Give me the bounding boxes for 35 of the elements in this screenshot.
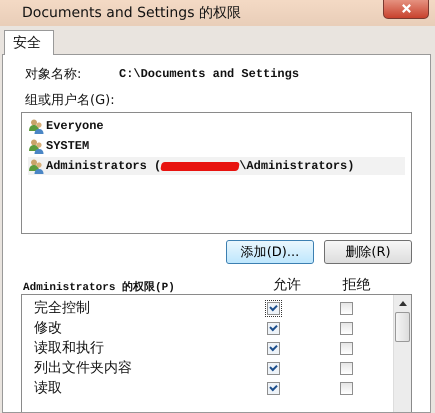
column-header: 允许	[273, 276, 302, 294]
permission-name: 读取	[34, 379, 63, 397]
user-item[interactable]: SYSTEM	[28, 137, 405, 155]
user-item[interactable]: Everyone	[28, 117, 405, 135]
window-title: Documents and Settings 的权限	[22, 4, 241, 22]
users-icon	[28, 138, 44, 154]
list-label: 组或用户名(G):	[24, 92, 116, 109]
permissions-label: Administrators 的权限(P)	[23, 280, 176, 294]
field-label: 对象名称:	[25, 66, 82, 83]
allow-checkbox[interactable]	[267, 362, 280, 374]
deny-checkbox[interactable]	[340, 362, 353, 374]
close-button[interactable]	[383, 0, 429, 19]
tab[interactable]: 安全	[4, 30, 54, 55]
close-icon	[400, 2, 412, 14]
scrollbar[interactable]	[393, 295, 411, 412]
permission-name: 完全控制	[34, 299, 91, 317]
deny-checkbox[interactable]	[340, 342, 353, 354]
users-icon	[28, 158, 44, 174]
add-button[interactable]: 添加(D)...	[226, 240, 314, 264]
column-header: 拒绝	[342, 276, 372, 294]
permission-name: 列出文件夹内容	[34, 359, 133, 377]
permission-name: 修改	[34, 319, 63, 337]
permission-name: 读取和执行	[34, 339, 105, 357]
deny-checkbox[interactable]	[340, 302, 353, 314]
scroll-thumb[interactable]	[395, 312, 410, 342]
allow-checkbox[interactable]	[267, 382, 280, 394]
user-item[interactable]: Administrators ( \Administrators)	[28, 157, 405, 175]
deny-checkbox[interactable]	[340, 382, 353, 394]
remove-button[interactable]: 删除(R)	[324, 240, 412, 264]
object-path: C:\Documents and Settings	[119, 67, 300, 81]
scroll-up-icon[interactable]	[398, 301, 406, 306]
allow-checkbox[interactable]	[267, 322, 280, 334]
deny-checkbox[interactable]	[340, 322, 353, 334]
allow-checkbox[interactable]	[267, 342, 280, 354]
users-icon	[28, 118, 44, 134]
